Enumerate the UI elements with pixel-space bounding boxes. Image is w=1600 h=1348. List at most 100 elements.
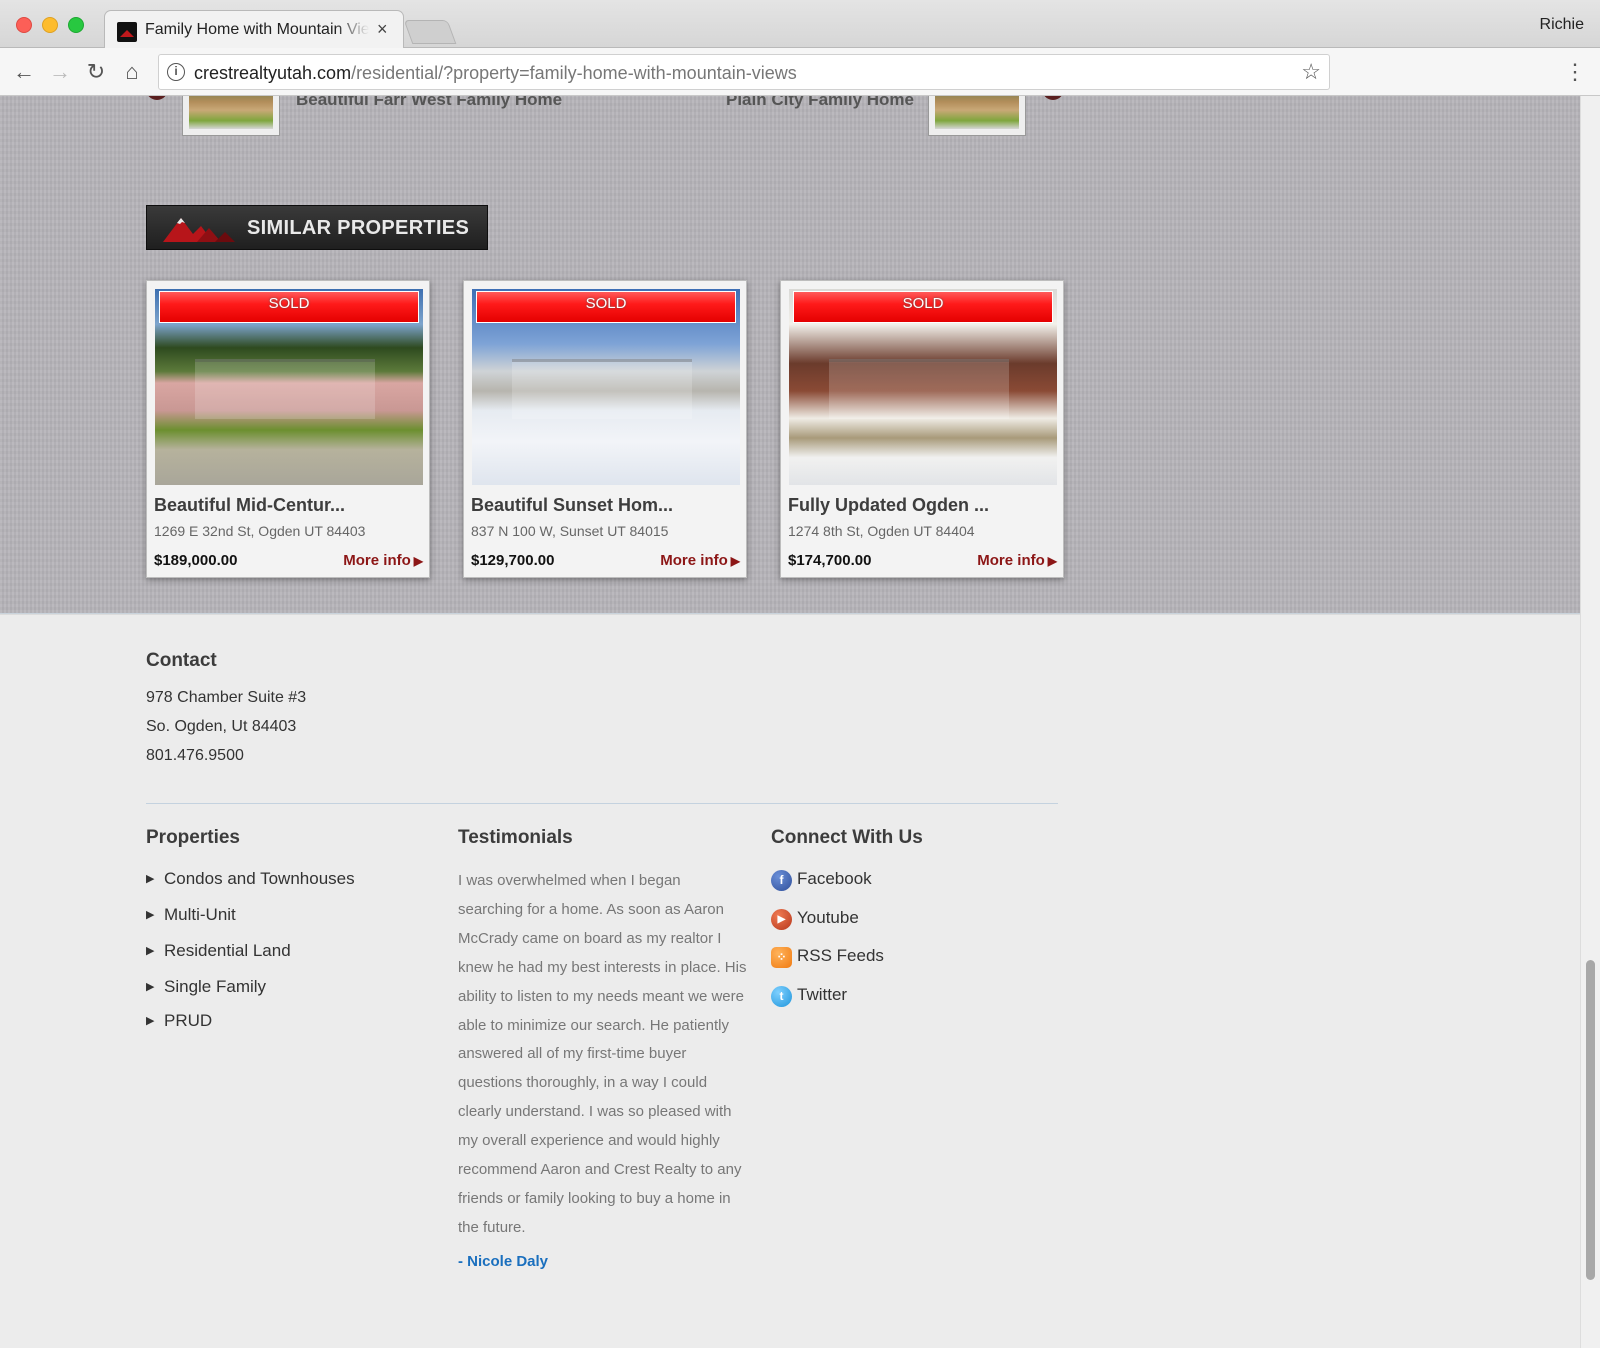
property-card[interactable]: SOLD Beautiful Sunset Hom... 837 N 100 W… — [463, 280, 747, 578]
testimonials-heading: Testimonials — [458, 827, 573, 848]
kebab-menu-icon[interactable]: ⋮ — [1564, 58, 1586, 86]
sold-badge-text: SOLD — [268, 295, 310, 312]
next-property-link[interactable]: Plain City Family Home — [726, 96, 914, 110]
property-photo[interactable]: SOLD — [789, 289, 1057, 485]
triangle-bullet-icon: ▶ — [146, 873, 155, 885]
property-category-label: Multi-Unit — [164, 905, 236, 924]
site-favicon-icon — [117, 22, 137, 42]
property-address: 1274 8th St, Ogden UT 84404 — [788, 523, 975, 539]
section-heading-text: SIMILAR PROPERTIES — [247, 217, 470, 239]
browser-tab-bar: Family Home with Mountain Views × Richie — [0, 0, 1600, 49]
social-label: Twitter — [797, 985, 848, 1004]
new-tab-button[interactable] — [403, 20, 457, 44]
mountain-logo-icon — [163, 218, 235, 242]
prev-property-thumbnail[interactable] — [182, 96, 280, 136]
profile-name[interactable]: Richie — [1540, 16, 1584, 34]
next-property-thumbnail[interactable] — [928, 96, 1026, 136]
more-info-label: More info — [977, 552, 1045, 569]
property-card[interactable]: SOLD Beautiful Mid-Centur... 1269 E 32nd… — [146, 280, 430, 578]
page-viewport: Beautiful Farr West Family Home Plain Ci… — [0, 96, 1580, 1348]
tab-title: Family Home with Mountain Views — [145, 21, 369, 38]
property-category-label: PRUD — [164, 1011, 213, 1030]
youtube-icon: ▶ — [771, 909, 792, 930]
sold-badge-text: SOLD — [585, 295, 627, 312]
triangle-bullet-icon: ▶ — [146, 981, 155, 993]
forward-arrow-icon[interactable]: → — [46, 58, 74, 86]
testimonial-quote: I was overwhelmed when I began searching… — [458, 872, 747, 1236]
minimize-window-button[interactable] — [42, 17, 58, 33]
sold-badge: SOLD — [476, 291, 736, 323]
back-arrow-icon[interactable]: ← — [10, 58, 38, 86]
reload-icon[interactable]: ↻ — [82, 58, 110, 86]
property-category-label: Residential Land — [164, 941, 291, 960]
similar-properties-heading: SIMILAR PROPERTIES — [146, 205, 488, 250]
url-text[interactable]: crestrealtyutah.com/residential/?propert… — [194, 63, 797, 84]
rss-icon: ⁘ — [771, 947, 792, 968]
contact-city: So. Ogden, Ut 84403 — [146, 718, 297, 735]
property-photo[interactable]: SOLD — [155, 289, 423, 485]
play-arrow-icon: ▶ — [1047, 554, 1057, 568]
next-arrow-icon[interactable] — [1042, 96, 1064, 100]
browser-toolbar: ← → ↻ ⌂ i crestrealtyutah.com/residentia… — [0, 48, 1600, 96]
prev-property-link[interactable]: Beautiful Farr West Family Home — [296, 96, 562, 110]
property-price: $174,700.00 — [788, 552, 872, 569]
property-category-link[interactable]: ▶ Single Family — [146, 977, 266, 997]
facebook-icon: f — [771, 870, 792, 891]
property-title[interactable]: Beautiful Sunset Hom... — [471, 495, 673, 516]
play-arrow-icon: ▶ — [730, 554, 740, 568]
property-category-label: Condos and Townhouses — [164, 869, 355, 888]
site-footer: Contact 978 Chamber Suite #3 So. Ogden, … — [0, 615, 1580, 1348]
twitter-icon: t — [771, 986, 792, 1007]
triangle-bullet-icon: ▶ — [146, 945, 155, 957]
property-category-label: Single Family — [164, 977, 267, 996]
property-address: 1269 E 32nd St, Ogden UT 84403 — [154, 523, 366, 539]
adjacent-property-nav: Beautiful Farr West Family Home Plain Ci… — [0, 96, 1580, 136]
property-card[interactable]: SOLD Fully Updated Ogden ... 1274 8th St… — [780, 280, 1064, 578]
scrollbar-thumb[interactable] — [1586, 960, 1595, 1280]
properties-heading: Properties — [146, 827, 240, 848]
property-photo[interactable]: SOLD — [472, 289, 740, 485]
vertical-scrollbar[interactable] — [1580, 96, 1600, 1348]
footer-divider — [146, 803, 1058, 804]
property-category-link[interactable]: ▶ Residential Land — [146, 941, 291, 961]
close-window-button[interactable] — [16, 17, 32, 33]
more-info-label: More info — [660, 552, 728, 569]
prev-arrow-icon[interactable] — [146, 96, 168, 100]
contact-heading: Contact — [146, 650, 217, 671]
info-icon[interactable]: i — [167, 63, 185, 81]
url-host: crestrealtyutah.com — [194, 63, 352, 83]
sold-badge-text: SOLD — [902, 295, 944, 312]
property-price: $129,700.00 — [471, 552, 555, 569]
triangle-bullet-icon: ▶ — [146, 909, 155, 921]
sold-badge: SOLD — [159, 291, 419, 323]
property-price: $189,000.00 — [154, 552, 238, 569]
property-title[interactable]: Fully Updated Ogden ... — [788, 495, 989, 516]
property-title[interactable]: Beautiful Mid-Centur... — [154, 495, 345, 516]
property-address: 837 N 100 W, Sunset UT 84015 — [471, 523, 669, 539]
play-arrow-icon: ▶ — [413, 554, 423, 568]
social-label: Youtube — [797, 908, 859, 927]
property-category-link[interactable]: ▶ Condos and Townhouses — [146, 869, 355, 889]
active-tab[interactable]: Family Home with Mountain Views × — [104, 10, 404, 49]
social-label: Facebook — [797, 869, 872, 888]
property-category-link[interactable]: ▶ Multi-Unit — [146, 905, 236, 925]
triangle-bullet-icon: ▶ — [146, 1015, 155, 1027]
more-info-label: More info — [343, 552, 411, 569]
contact-phone[interactable]: 801.476.9500 — [146, 747, 244, 765]
home-icon[interactable]: ⌂ — [118, 58, 146, 86]
more-info-link[interactable]: More info ▶ — [660, 552, 740, 569]
sold-badge: SOLD — [793, 291, 1053, 323]
tab-close-icon[interactable]: × — [377, 19, 388, 40]
more-info-link[interactable]: More info ▶ — [343, 552, 423, 569]
similar-properties-section: Beautiful Farr West Family Home Plain Ci… — [0, 96, 1580, 614]
testimonial-author[interactable]: - Nicole Daly — [458, 1253, 548, 1270]
address-bar[interactable]: i crestrealtyutah.com/residential/?prope… — [158, 54, 1330, 90]
star-icon[interactable]: ☆ — [1301, 59, 1321, 85]
connect-heading: Connect With Us — [771, 827, 923, 848]
url-path: /residential/?property=family-home-with-… — [351, 63, 797, 83]
more-info-link[interactable]: More info ▶ — [977, 552, 1057, 569]
contact-street: 978 Chamber Suite #3 — [146, 689, 307, 706]
maximize-window-button[interactable] — [68, 17, 84, 33]
social-label: RSS Feeds — [797, 946, 884, 965]
property-category-link[interactable]: ▶ PRUD — [146, 1011, 212, 1031]
